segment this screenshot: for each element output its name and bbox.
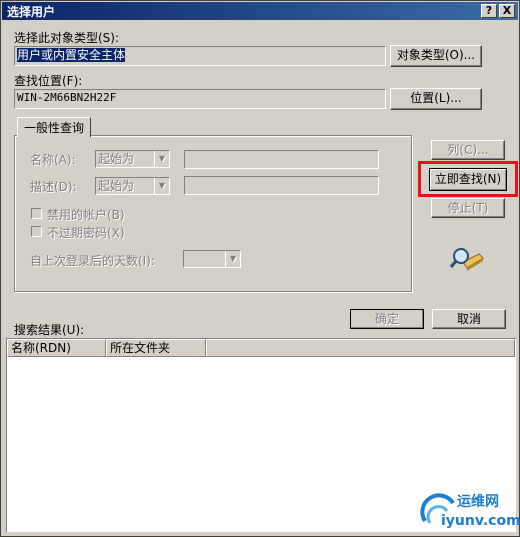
object-types-button[interactable]: 对象类型(O)...	[390, 45, 482, 67]
select-user-dialog: 选择用户 ? X 选择此对象类型(S): 用户或内置安全主体 对象类型(O)..…	[0, 0, 520, 537]
locations-button[interactable]: 位置(L)...	[390, 88, 482, 110]
help-button[interactable]: ?	[481, 4, 497, 18]
description-operator-select[interactable]: 起始为 ▼	[95, 177, 170, 195]
close-button[interactable]: X	[499, 4, 515, 18]
disabled-accounts-checkbox[interactable]	[31, 208, 42, 219]
non-expiring-password-checkbox[interactable]	[31, 226, 42, 237]
search-animation-icon	[449, 248, 484, 271]
chevron-down-icon: ▼	[154, 178, 169, 194]
title-bar: 选择用户 ? X	[2, 2, 518, 20]
name-operator-value: 起始为	[98, 152, 135, 166]
location-label: 查找位置(F):	[14, 74, 83, 88]
object-type-field: 用户或内置安全主体	[14, 46, 386, 66]
stop-button[interactable]: 停止(T)	[431, 198, 505, 218]
watermark-url: iyunv.com	[441, 513, 520, 529]
days-since-logon-select[interactable]: ▼	[183, 250, 241, 268]
column-header-blank[interactable]	[206, 339, 515, 357]
chevron-down-icon: ▼	[225, 251, 240, 267]
object-type-label: 选择此对象类型(S):	[14, 31, 120, 45]
column-header-name[interactable]: 名称(RDN)	[7, 339, 106, 357]
tab-common-queries[interactable]: 一般性查询	[17, 117, 91, 137]
non-expiring-password-label: 不过期密码(X)	[47, 226, 125, 240]
columns-button[interactable]: 列(C)...	[431, 140, 505, 160]
watermark-brand: 运维网	[457, 494, 499, 510]
name-label: 名称(A):	[30, 153, 76, 167]
name-input[interactable]	[184, 150, 379, 169]
column-header-folder[interactable]: 所在文件夹	[106, 339, 206, 357]
chevron-down-icon: ▼	[154, 151, 169, 167]
ok-button[interactable]: 确定	[350, 309, 424, 329]
description-input[interactable]	[184, 176, 379, 195]
find-now-highlight-box	[418, 161, 518, 197]
cancel-button[interactable]: 取消	[432, 309, 506, 329]
name-operator-select[interactable]: 起始为 ▼	[95, 150, 170, 168]
description-label: 描述(D):	[30, 180, 77, 194]
description-operator-value: 起始为	[98, 179, 135, 193]
window-title: 选择用户	[7, 5, 56, 19]
object-type-value: 用户或内置安全主体	[17, 48, 126, 62]
disabled-accounts-label: 禁用的帐户(B)	[47, 208, 125, 222]
days-since-logon-label: 自上次登录后的天数(I):	[30, 254, 155, 268]
location-field: WIN-2M66BN2H22F	[14, 89, 386, 109]
watermark: 运维网 iyunv.com	[419, 489, 520, 533]
search-results-label: 搜索结果(U):	[14, 323, 85, 337]
